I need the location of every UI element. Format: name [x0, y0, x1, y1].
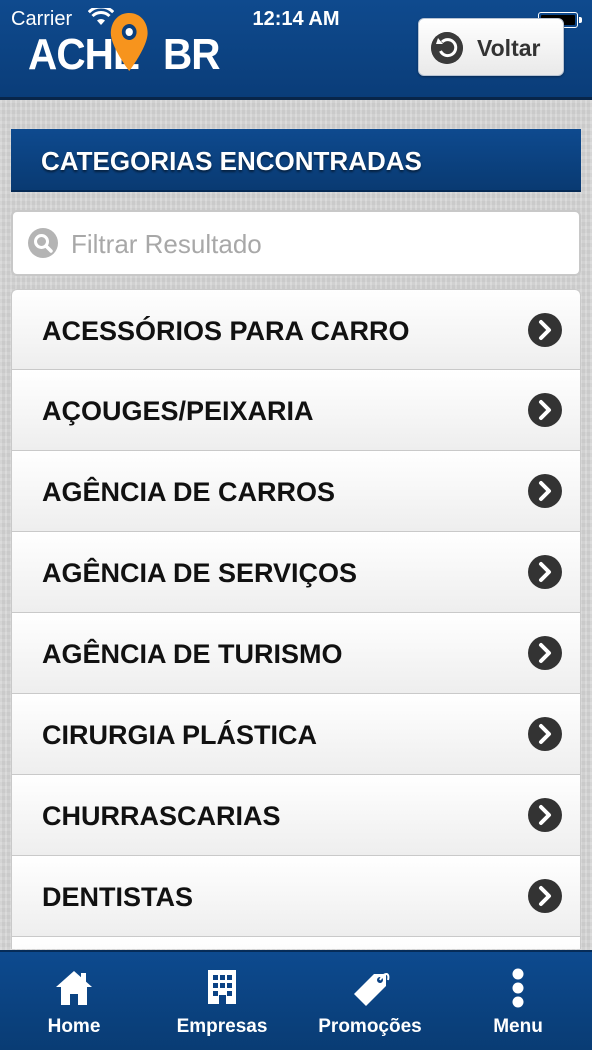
chevron-right-icon [528, 474, 562, 508]
tab-label: Home [47, 1016, 101, 1037]
tab-label: Empresas [176, 1016, 268, 1037]
tab-label: Promoções [318, 1016, 422, 1037]
tab-home[interactable]: Home [0, 952, 148, 1050]
category-label: AGÊNCIA DE CARROS [42, 477, 336, 507]
undo-icon [431, 32, 463, 64]
section-title: CATEGORIAS ENCONTRADAS [41, 146, 422, 176]
more-vertical-icon [512, 968, 524, 1008]
category-item[interactable] [11, 937, 581, 949]
back-button[interactable]: Voltar [418, 18, 564, 76]
category-item[interactable]: CHURRASCARIAS [11, 775, 581, 856]
chevron-right-icon [528, 717, 562, 751]
section-title-bar: CATEGORIAS ENCONTRADAS [11, 129, 581, 192]
tab-menu[interactable]: Menu [444, 952, 592, 1050]
chevron-right-icon [528, 879, 562, 913]
chevron-right-icon [528, 313, 562, 347]
search-icon [28, 228, 58, 258]
category-item[interactable]: DENTISTAS [11, 856, 581, 937]
category-label: CIRURGIA PLÁSTICA [42, 720, 317, 750]
chevron-right-icon [528, 393, 562, 427]
app-logo: ACHE BR [28, 13, 221, 80]
category-item[interactable]: CIRURGIA PLÁSTICA [11, 694, 581, 775]
tag-icon [354, 973, 390, 1006]
map-pin-icon [110, 13, 148, 71]
tab-label: Menu [493, 1016, 543, 1037]
category-item[interactable]: AGÊNCIA DE TURISMO [11, 613, 581, 694]
category-label: CHURRASCARIAS [42, 801, 281, 831]
category-item[interactable]: AÇOUGES/PEIXARIA [11, 370, 581, 451]
back-button-label: Voltar [477, 35, 541, 61]
category-label: AGÊNCIA DE SERVIÇOS [42, 558, 358, 588]
category-item[interactable]: AGÊNCIA DE SERVIÇOS [11, 532, 581, 613]
filter-input[interactable] [69, 222, 563, 266]
bottom-tab-bar: Home Empresas Promoções Menu [0, 950, 592, 1050]
app-header: Carrier 12:14 AM ACHE BR Voltar [0, 0, 592, 100]
category-label: DENTISTAS [42, 882, 194, 912]
building-icon [208, 970, 236, 1004]
category-label: ACESSÓRIOS PARA CARRO [42, 316, 410, 346]
category-label: AGÊNCIA DE TURISMO [42, 639, 343, 669]
tab-empresas[interactable]: Empresas [148, 952, 296, 1050]
chevron-right-icon [528, 798, 562, 832]
category-item[interactable]: AGÊNCIA DE CARROS [11, 451, 581, 532]
filter-search-box[interactable] [11, 210, 581, 276]
category-list: ACESSÓRIOS PARA CARRO AÇOUGES/PEIXARIA A… [11, 289, 581, 949]
category-item[interactable]: ACESSÓRIOS PARA CARRO [11, 289, 581, 370]
chevron-right-icon [528, 555, 562, 589]
tab-promocoes[interactable]: Promoções [296, 952, 444, 1050]
home-icon [56, 971, 92, 1005]
chevron-right-icon [528, 636, 562, 670]
category-label: AÇOUGES/PEIXARIA [42, 396, 314, 426]
